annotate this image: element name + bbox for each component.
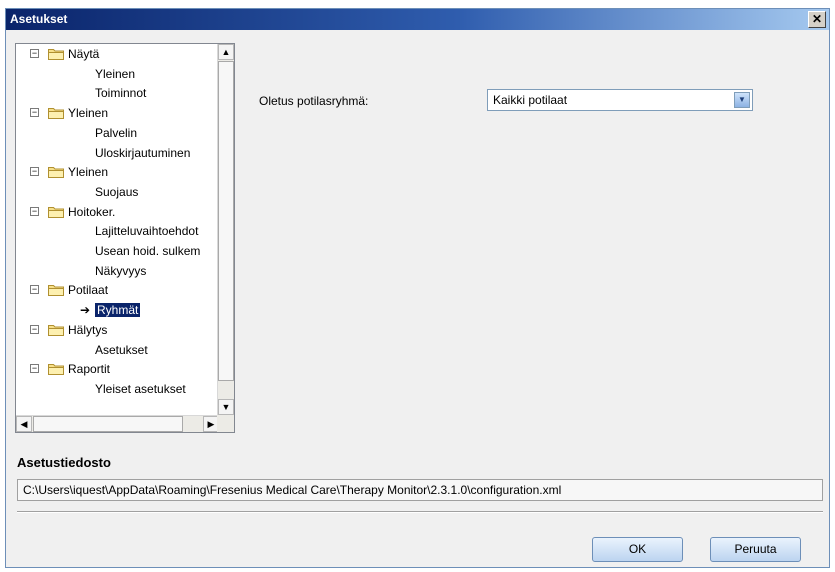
config-path-field[interactable]: C:\Users\iquest\AppData\Roaming\Freseniu…	[17, 479, 823, 501]
tree-item-label: Yleiset asetukset	[95, 381, 186, 396]
selection-arrow-icon: ➔	[80, 303, 91, 318]
collapse-icon[interactable]: −	[30, 167, 39, 177]
window-title: Asetukset	[10, 12, 68, 26]
config-file-title: Asetustiedosto	[17, 455, 111, 470]
default-group-value: Kaikki potilaat	[493, 93, 568, 107]
scroll-up-button[interactable]: ▲	[218, 44, 234, 60]
close-icon: ✕	[811, 12, 823, 26]
folder-icon	[48, 49, 64, 60]
tree-vertical-scrollbar[interactable]: ▲ ▼	[217, 44, 234, 415]
tree-item-label: Näkyvyys	[95, 263, 147, 278]
folder-icon	[48, 206, 64, 218]
tree-item[interactable]: Näkyvyys	[95, 262, 146, 281]
tree-item[interactable]: Palvelin	[95, 124, 137, 143]
ok-button[interactable]: OK	[592, 537, 683, 562]
folder-icon	[48, 167, 64, 179]
collapse-icon[interactable]: −	[30, 324, 39, 334]
folder-icon	[48, 108, 64, 120]
tree-item-label: Uloskirjautuminen	[95, 145, 191, 160]
scrollbar-corner	[217, 415, 234, 432]
collapse-icon[interactable]: −	[30, 285, 39, 295]
scroll-left-button[interactable]: ◀	[16, 416, 32, 432]
config-path-value: C:\Users\iquest\AppData\Roaming\Freseniu…	[23, 483, 562, 497]
tree-item[interactable]: Asetukset	[95, 341, 148, 360]
tree-item[interactable]: Yleinen	[95, 65, 135, 84]
title-bar[interactable]: Asetukset ✕	[6, 9, 829, 30]
tree-group-label: Raportit	[68, 362, 111, 377]
tree-content: − Näytä Yleinen Toiminnot − Yleinen Palvelin Ul…	[16, 44, 219, 415]
tree-item-label: Ryhmät	[95, 303, 141, 318]
tree-horizontal-scrollbar[interactable]: ◀ ▶	[16, 415, 219, 432]
scroll-down-button[interactable]: ▼	[218, 399, 234, 415]
tree-item[interactable]: Lajitteluvaihtoehdot	[95, 222, 198, 241]
folder-icon	[48, 285, 64, 297]
divider	[17, 511, 823, 513]
collapse-icon[interactable]: −	[30, 364, 39, 374]
tree-item[interactable]: Yleiset asetukset	[95, 380, 186, 399]
hscroll-thumb[interactable]	[33, 416, 183, 432]
tree-group-label: Yleinen	[68, 165, 109, 180]
folder-icon	[48, 324, 64, 336]
tree-item-label: Lajitteluvaihtoehdot	[95, 224, 199, 239]
collapse-icon[interactable]: −	[30, 206, 39, 216]
settings-dialog: Asetukset ✕ − Näytä Yleinen Toiminnot − Ylein…	[5, 8, 830, 568]
settings-tree[interactable]: − Näytä Yleinen Toiminnot − Yleinen Palvelin Ul…	[15, 43, 235, 433]
tree-item-label: Toiminnot	[95, 86, 147, 101]
default-group-select[interactable]: Kaikki potilaat ▼	[487, 89, 753, 111]
tree-item-label: Asetukset	[95, 342, 148, 357]
tree-item[interactable]: Suojaus	[95, 183, 138, 202]
tree-group-label: Hoitoker.	[68, 204, 116, 219]
tree-item-label: Yleinen	[95, 66, 136, 81]
tree-item[interactable]: Usean hoid. sulkem	[95, 242, 200, 261]
tree-group-label: Näytä	[68, 47, 100, 61]
chevron-down-icon[interactable]: ▼	[734, 92, 750, 108]
tree-item-label: Usean hoid. sulkem	[95, 244, 201, 258]
collapse-icon[interactable]: −	[30, 49, 39, 58]
folder-icon	[48, 364, 64, 376]
close-button[interactable]: ✕	[808, 11, 826, 28]
collapse-icon[interactable]: −	[30, 108, 39, 118]
tree-item[interactable]: Ryhmät	[95, 301, 141, 320]
scroll-thumb[interactable]	[218, 61, 234, 381]
tree-item[interactable]: Uloskirjautuminen	[95, 144, 190, 163]
tree-item[interactable]: Toiminnot	[95, 84, 146, 103]
tree-group-label: Potilaat	[68, 283, 109, 298]
cancel-button[interactable]: Peruuta	[710, 537, 801, 562]
tree-group-label: Hälytys	[68, 322, 108, 337]
tree-item-label: Palvelin	[95, 125, 138, 140]
tree-group-label: Yleinen	[68, 106, 109, 121]
default-group-label: Oletus potilasryhmä:	[259, 94, 369, 108]
tree-item-label: Suojaus	[95, 184, 139, 199]
